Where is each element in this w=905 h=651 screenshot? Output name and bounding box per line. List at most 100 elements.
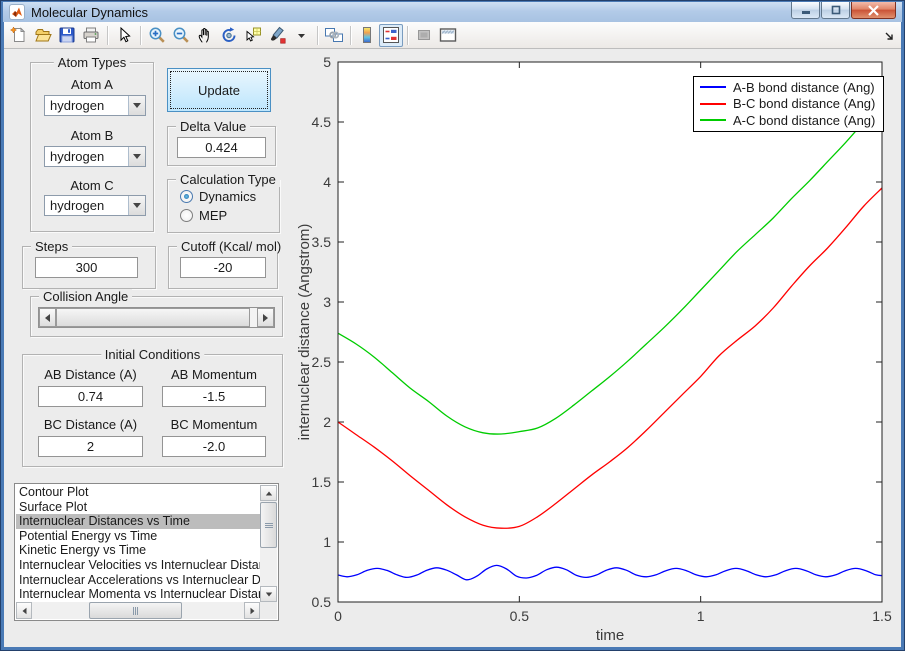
data-cursor-icon [244, 26, 262, 44]
zoom-in-button[interactable] [145, 24, 169, 47]
pan-hand-button[interactable] [193, 24, 217, 47]
ab-momentum-field[interactable]: -1.5 [162, 386, 266, 407]
print-button[interactable] [79, 24, 103, 47]
collision-angle-slider[interactable] [38, 307, 275, 328]
print-icon [82, 26, 100, 44]
insert-legend-icon [382, 26, 400, 44]
matlab-logo-icon [9, 4, 25, 20]
delta-value-title: Delta Value [176, 119, 251, 134]
brush-button[interactable] [265, 24, 289, 47]
atom-a-dropdown[interactable]: hydrogen [44, 95, 146, 116]
data-cursor-button[interactable] [241, 24, 265, 47]
mep-radio-icon [180, 209, 193, 222]
hide-plot-tools-button[interactable] [412, 24, 436, 47]
list-item[interactable]: Internuclear Velocities vs Internuclear … [16, 558, 260, 573]
ab-distance-field[interactable]: 0.74 [38, 386, 143, 407]
calculation-type-title: Calculation Type [176, 172, 280, 187]
dock-figure-button[interactable] [436, 24, 460, 47]
svg-text:0.5: 0.5 [312, 594, 332, 610]
close-button[interactable] [851, 2, 896, 19]
atom-c-dropdown-arrow-icon[interactable] [128, 196, 145, 215]
atom-b-dropdown-arrow-icon[interactable] [128, 147, 145, 166]
atom-a-dropdown-arrow-icon[interactable] [128, 96, 145, 115]
rotate-3d-button[interactable] [217, 24, 241, 47]
plot-legend[interactable]: A-B bond distance (Ang) B-C bond distance… [693, 76, 885, 132]
list-item[interactable]: Internuclear Momenta vs Internuclear Dis… [16, 587, 260, 602]
legend-label: A-C bond distance (Ang) [733, 112, 876, 128]
slider-right-arrow-icon[interactable] [257, 308, 274, 327]
insert-colorbar-button[interactable] [355, 24, 379, 47]
dock-figure-icon [438, 26, 458, 44]
delta-value-field[interactable]: 0.424 [177, 137, 266, 158]
toolbar-separator [407, 25, 408, 45]
svg-text:time: time [596, 627, 624, 644]
link-plot-button[interactable] [322, 24, 346, 47]
slider-left-arrow-icon[interactable] [39, 308, 56, 327]
legend-entry: A-C bond distance (Ang) [700, 112, 875, 129]
bc-distance-field[interactable]: 2 [38, 436, 143, 457]
svg-text:0.5: 0.5 [510, 608, 530, 624]
edit-cursor-button[interactable] [112, 24, 136, 47]
atom-a-value: hydrogen [50, 98, 105, 113]
slider-thumb[interactable] [56, 308, 250, 327]
atom-b-dropdown[interactable]: hydrogen [44, 146, 146, 167]
axes-plot: 0 0.5 1 1.5 0.5 1 1.5 2 2.5 3 3.5 4 4.5 5 time internuc… [296, 54, 896, 645]
rotate-3d-icon [220, 26, 238, 44]
new-file-button[interactable] [7, 24, 31, 47]
svg-text:internuclear distance (Angstro: internuclear distance (Angstrom) [296, 224, 313, 441]
svg-text:3: 3 [323, 294, 331, 310]
list-item[interactable]: Potential Energy vs Time [16, 529, 260, 544]
dynamics-radio-icon [180, 190, 193, 203]
list-item[interactable]: Internuclear Distances vs Time [16, 514, 260, 529]
scroll-right-icon[interactable] [244, 602, 260, 619]
svg-text:5: 5 [323, 55, 331, 70]
app-window: Molecular Dynamics Atom Types Atom A hyd… [0, 0, 905, 651]
list-item[interactable]: Internuclear Accelerations vs Internucle… [16, 573, 260, 588]
horizontal-scroll-thumb[interactable] [89, 602, 182, 619]
legend-line-sample [700, 119, 726, 122]
insert-legend-button[interactable] [379, 23, 403, 47]
svg-text:1.5: 1.5 [312, 474, 332, 490]
toolbar-separator [140, 25, 141, 45]
list-item[interactable]: Surface Plot [16, 500, 260, 515]
open-file-button[interactable] [31, 24, 55, 47]
list-item[interactable]: Contour Plot [16, 485, 260, 500]
toolbar-overflow-icon[interactable] [885, 30, 895, 45]
atom-a-label: Atom A [71, 77, 113, 92]
cutoff-field[interactable]: -20 [180, 257, 266, 278]
list-item[interactable]: Kinetic Energy vs Time [16, 543, 260, 558]
zoom-out-button[interactable] [169, 24, 193, 47]
pan-hand-icon [196, 26, 214, 44]
svg-text:4: 4 [323, 174, 331, 190]
scroll-left-icon[interactable] [16, 602, 32, 619]
atom-b-value: hydrogen [50, 149, 105, 164]
svg-text:1.5: 1.5 [872, 608, 892, 624]
minimize-button[interactable] [791, 2, 820, 19]
atom-c-dropdown[interactable]: hydrogen [44, 195, 146, 216]
svg-text:1: 1 [323, 534, 331, 550]
save-button[interactable] [55, 24, 79, 47]
ab-distance-label: AB Distance (A) [44, 367, 137, 382]
brush-dropdown-button[interactable] [289, 24, 313, 47]
scroll-down-icon[interactable] [260, 586, 277, 602]
ab-momentum-label: AB Momentum [171, 367, 257, 382]
bc-momentum-field[interactable]: -2.0 [162, 436, 266, 457]
vertical-scroll-thumb[interactable] [260, 502, 277, 548]
list-horizontal-scrollbar[interactable] [16, 602, 260, 619]
title-bar[interactable]: Molecular Dynamics [3, 2, 902, 22]
update-button[interactable]: Update [167, 68, 271, 112]
legend-entry: B-C bond distance (Ang) [700, 96, 875, 113]
steps-field[interactable]: 300 [35, 257, 138, 278]
open-file-icon [34, 26, 52, 44]
dynamics-radio[interactable]: Dynamics [180, 189, 256, 204]
maximize-button[interactable] [821, 2, 850, 19]
atom-c-label: Atom C [70, 178, 114, 193]
scroll-up-icon[interactable] [260, 485, 277, 501]
mep-radio[interactable]: MEP [180, 208, 227, 223]
list-vertical-scrollbar[interactable] [260, 485, 277, 602]
zoom-out-icon [172, 26, 190, 44]
toolbar-separator [317, 25, 318, 45]
plot-type-listbox[interactable]: Contour Plot Surface Plot Internuclear Dis… [14, 483, 279, 621]
steps-title: Steps [31, 239, 73, 254]
bc-momentum-label: BC Momentum [170, 417, 258, 432]
